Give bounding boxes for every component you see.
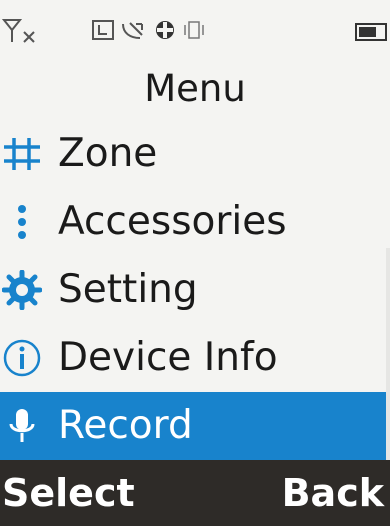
back-softkey[interactable]: Back [282,460,384,526]
scrollbar[interactable] [386,248,390,460]
sim-icon [92,20,114,40]
phone-screen: Menu Zone Accessories Setting Device Inf… [0,0,390,526]
menu-item-label: Record [58,403,193,448]
vibrate-icon [184,21,204,39]
softkey-bar: Select Back [0,460,390,526]
dots-icon [18,205,26,239]
menu-item-zone[interactable]: Zone [0,120,390,188]
missed-call-icon [122,22,143,39]
data-icon [156,21,174,39]
menu-item-label: Device Info [58,335,278,380]
menu-item-record[interactable]: Record [0,392,390,460]
status-bar [0,0,390,58]
menu-item-device-info[interactable]: Device Info [0,324,390,392]
gear-icon [2,270,42,310]
menu-item-accessories[interactable]: Accessories [0,188,390,256]
menu-item-label: Zone [58,131,158,176]
grid-icon [4,138,40,170]
menu-item-label: Accessories [58,199,287,244]
menu-item-setting[interactable]: Setting [0,256,390,324]
menu-item-label: Setting [58,267,198,312]
select-softkey[interactable]: Select [2,460,135,526]
page-title: Menu [144,67,246,110]
no-signal-icon [2,19,35,43]
battery-icon [355,23,387,41]
info-icon [3,339,41,377]
microphone-icon [9,409,35,442]
